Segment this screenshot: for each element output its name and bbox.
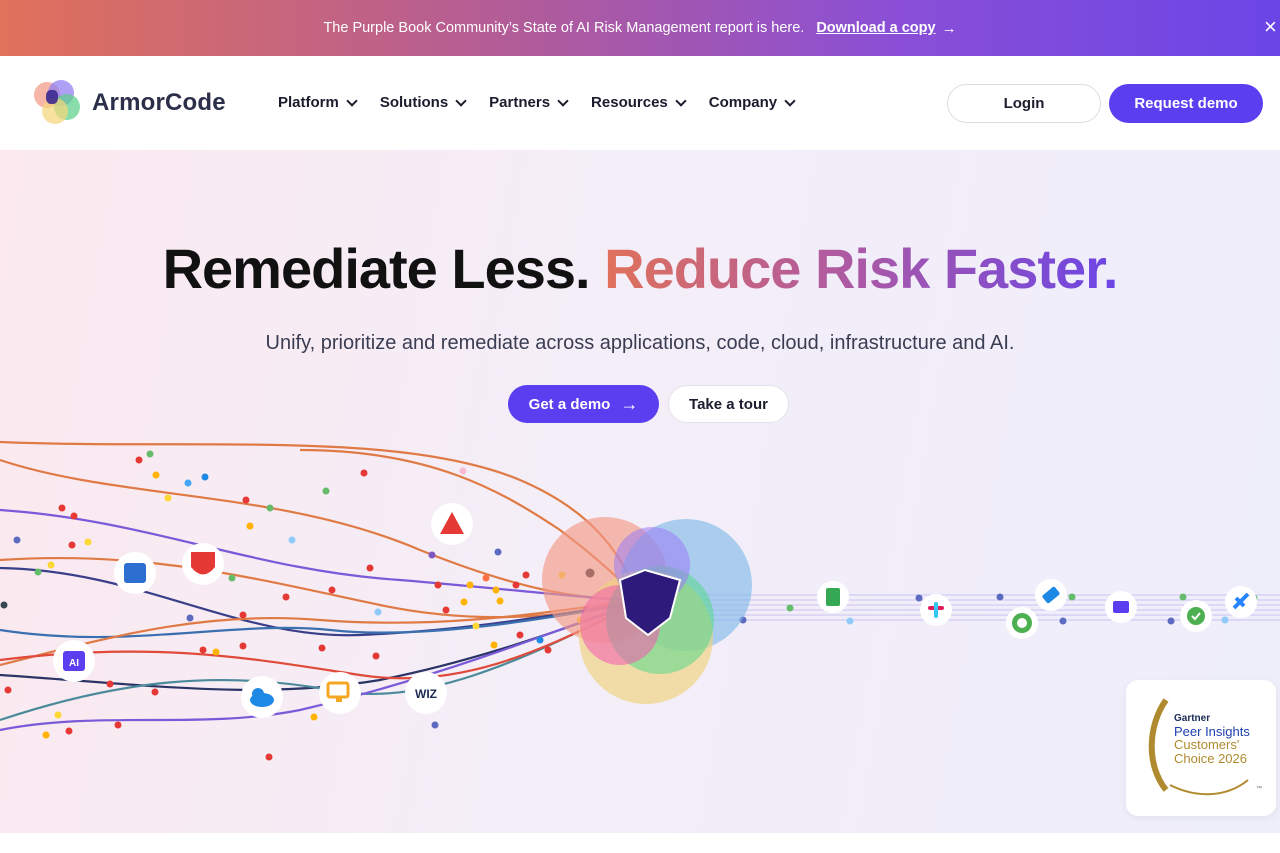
nav-resources[interactable]: Resources [591, 94, 687, 111]
jira-icon [1225, 586, 1257, 618]
nav-label: Solutions [379, 94, 449, 111]
award-line3: Choice 2026 [1174, 750, 1247, 766]
chevron-down-icon [346, 94, 358, 107]
chip-icon [114, 552, 156, 594]
announcement-message: The Purple Book Community’s State of AI … [323, 20, 805, 36]
nav-label: Platform [278, 94, 339, 111]
chevron-down-icon [455, 94, 467, 107]
logo-mark-icon [34, 80, 82, 126]
announcement-bar: The Purple Book Community’s State of AI … [0, 0, 1280, 56]
nav-solutions[interactable]: Solutions [379, 94, 467, 111]
nav-label: Partners [489, 94, 551, 111]
ai-label: AI [69, 658, 79, 669]
trademark-symbol: ™ [1256, 786, 1262, 792]
nav-platform[interactable]: Platform [278, 94, 358, 111]
sheets-icon [817, 581, 849, 613]
venn-diagram [542, 517, 752, 704]
hero-headline: Remediate Less. Reduce Risk Faster. [0, 236, 1280, 301]
headline-plain: Remediate Less. [162, 237, 591, 300]
close-icon[interactable]: × [1264, 14, 1280, 40]
arrow-right-icon: → [941, 19, 957, 37]
chevron-down-icon [675, 94, 687, 107]
integrations-illustration: AI WIZ [0, 440, 1280, 761]
hero-subhead: Unify, prioritize and remediate across a… [265, 332, 1015, 354]
nav-label: Resources [591, 94, 668, 111]
get-demo-label: Get a demo [528, 395, 611, 413]
site-header: ArmorCode Platform Solutions Partners Re… [0, 56, 1280, 150]
nav-company[interactable]: Company [708, 94, 796, 111]
nav-partners[interactable]: Partners [489, 94, 569, 111]
monitor-icon [319, 672, 361, 714]
award-vendor: Gartner [1174, 713, 1211, 724]
arrow-right-icon: → [620, 393, 639, 414]
tag-icon [1035, 579, 1067, 611]
brand-name: ArmorCode [92, 89, 226, 116]
ring-icon [1006, 607, 1038, 639]
chevron-down-icon [557, 94, 569, 107]
login-button[interactable]: Login [947, 84, 1101, 123]
qualys-icon [182, 543, 224, 585]
hero-section: Remediate Less. Reduce Risk Faster. Unif… [0, 150, 1280, 833]
headline-gradient: Reduce Risk Faster. [604, 237, 1118, 300]
award-text: Gartner Peer Insights Customers' Choice … [1174, 713, 1250, 766]
gartner-award-badge[interactable]: Gartner Peer Insights Customers' Choice … [1126, 680, 1276, 816]
cloud-icon [241, 676, 283, 718]
award-line1: Peer Insights [1174, 723, 1250, 739]
main-nav: Platform Solutions Partners Resources Co… [278, 94, 818, 111]
get-demo-button[interactable]: Get a demo → [508, 385, 659, 423]
award-line2: Customers' [1174, 737, 1240, 753]
ai-chip-icon: AI [53, 640, 95, 682]
take-tour-button[interactable]: Take a tour [668, 385, 789, 423]
chevron-down-icon [784, 94, 796, 107]
check-icon [1180, 600, 1212, 632]
download-report-link[interactable]: Download a copy [816, 20, 935, 36]
wiz-logo: WIZ [405, 672, 447, 714]
warning-icon [431, 503, 473, 545]
armorcode-logo[interactable]: ArmorCode [34, 80, 226, 126]
slack-icon [920, 594, 952, 626]
form-icon [1105, 591, 1137, 623]
wiz-label: WIZ [415, 687, 437, 701]
nav-label: Company [708, 94, 778, 111]
request-demo-button[interactable]: Request demo [1109, 84, 1263, 123]
